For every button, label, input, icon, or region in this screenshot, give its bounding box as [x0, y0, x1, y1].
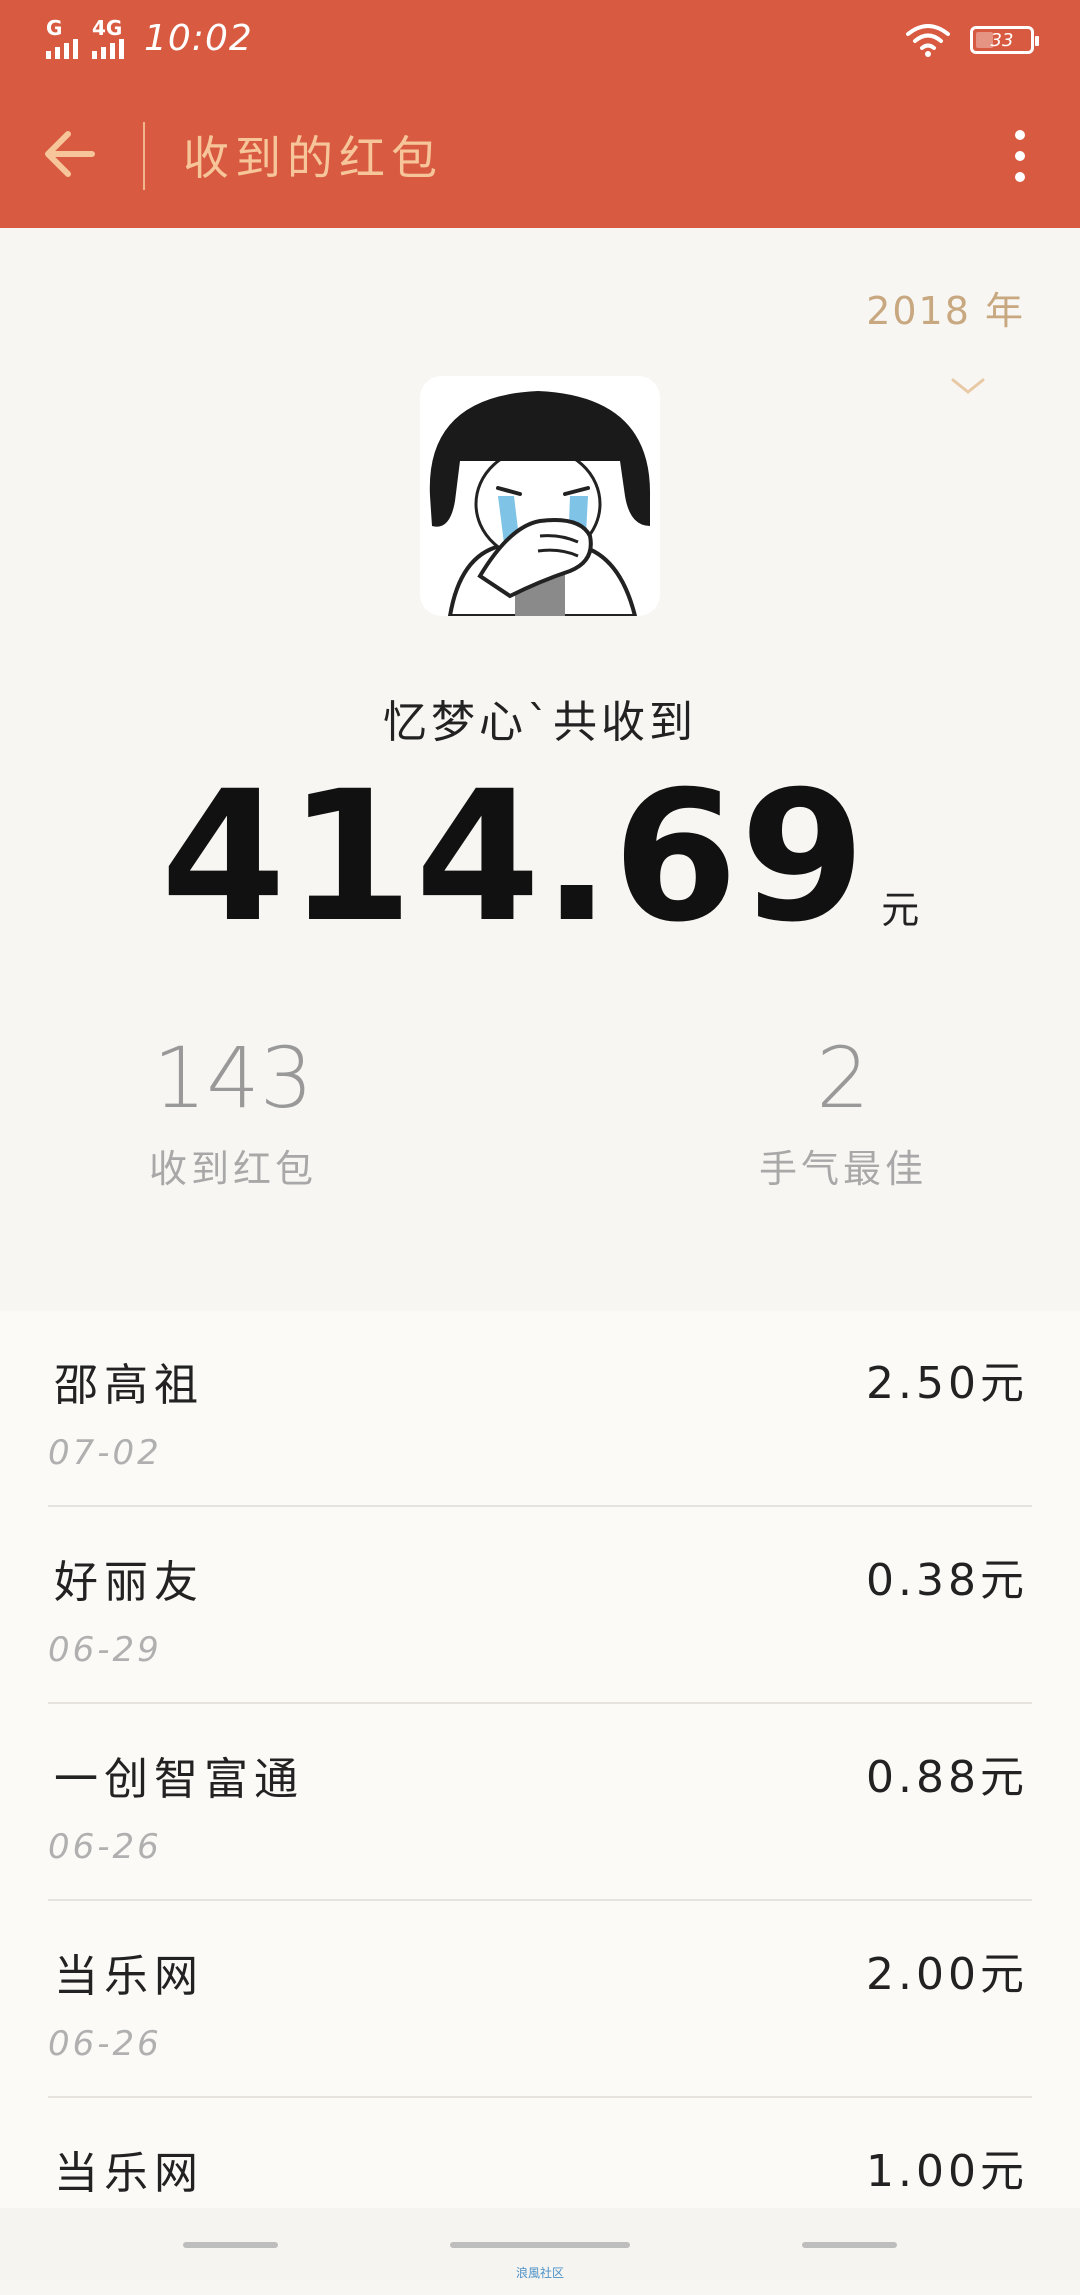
received-count-stat: 143 收到红包	[33, 1028, 433, 1193]
back-arrow-icon[interactable]	[40, 124, 100, 184]
header-divider	[143, 122, 145, 190]
sender-name: 邵高祖	[54, 1360, 204, 1411]
watermark: 浪風社区	[515, 2266, 564, 2280]
nav-back-pill[interactable]	[183, 2242, 278, 2248]
wifi-icon	[906, 24, 950, 57]
avatar	[420, 376, 660, 616]
header: 收到的红包	[0, 80, 1080, 228]
network-type-label: G	[46, 16, 63, 40]
list-item[interactable]: 当乐网 06-26 2.00元	[48, 1902, 1032, 2098]
record-amount: 2.50元	[866, 1358, 1028, 1409]
signal-bars-icon-2	[92, 37, 124, 59]
record-date: 06-29	[48, 1630, 162, 1670]
record-date: 07-02	[48, 1433, 162, 1473]
records-list: 邵高祖 07-02 2.50元 好丽友 06-29 0.38元 一创智富通 06…	[0, 1311, 1080, 2208]
status-left: G 4G 10:02	[46, 18, 253, 59]
chevron-down-icon[interactable]	[950, 376, 986, 396]
sender-name: 一创智富通	[54, 1754, 304, 1805]
status-right: 33	[904, 22, 1039, 58]
status-bar: G 4G 10:02 33	[0, 0, 1080, 80]
total-amount: 414.69	[160, 753, 868, 962]
summary-section: 2018 年 忆梦心`共收到 414.69 元 143 收到红包 2 手气最佳	[0, 228, 1080, 1311]
list-item[interactable]: 一创智富通 06-26 0.88元	[48, 1705, 1032, 1901]
battery-icon: 33	[970, 26, 1039, 54]
gesture-nav-bar: 浪風社区	[0, 2208, 1080, 2280]
record-amount: 0.38元	[866, 1555, 1028, 1606]
signal-1: G	[46, 16, 78, 59]
network-type-label-2: 4G	[92, 16, 123, 40]
total-caption: 忆梦心`共收到	[383, 697, 697, 748]
record-date: 06-26	[48, 1827, 162, 1867]
app-bar: G 4G 10:02 33 收到的红包	[0, 0, 1080, 228]
sender-name: 当乐网	[54, 1951, 204, 2002]
page-title: 收到的红包	[183, 131, 443, 185]
signal-bars-icon	[46, 37, 78, 59]
sender-name: 好丽友	[54, 1557, 204, 1608]
record-amount: 2.00元	[866, 1949, 1028, 2000]
clock: 10:02	[144, 18, 253, 59]
best-luck-count: 2	[816, 1029, 870, 1127]
best-luck-label: 手气最佳	[758, 1147, 927, 1191]
battery-level: 33	[990, 29, 1014, 51]
amount-unit: 元	[881, 888, 920, 932]
year-selector[interactable]: 2018 年	[866, 280, 1025, 335]
best-luck-stat: 2 手气最佳	[643, 1028, 1043, 1193]
record-date: 06-26	[48, 2024, 162, 2064]
received-count-label: 收到红包	[148, 1147, 317, 1191]
record-amount: 0.88元	[866, 1752, 1028, 1803]
nav-recent-pill[interactable]	[802, 2242, 897, 2248]
total-amount-row: 414.69 元	[0, 758, 1080, 958]
more-options-icon[interactable]	[1000, 124, 1040, 188]
avatar-image	[420, 376, 660, 616]
list-item[interactable]: 好丽友 06-29 0.38元	[48, 1508, 1032, 1704]
record-amount: 1.00元	[866, 2146, 1028, 2197]
list-item[interactable]: 邵高祖 07-02 2.50元	[48, 1311, 1032, 1507]
sender-name: 当乐网	[54, 2148, 204, 2199]
nav-home-pill[interactable]	[450, 2242, 630, 2248]
received-count: 143	[152, 1029, 314, 1127]
signal-2: 4G	[92, 16, 124, 59]
